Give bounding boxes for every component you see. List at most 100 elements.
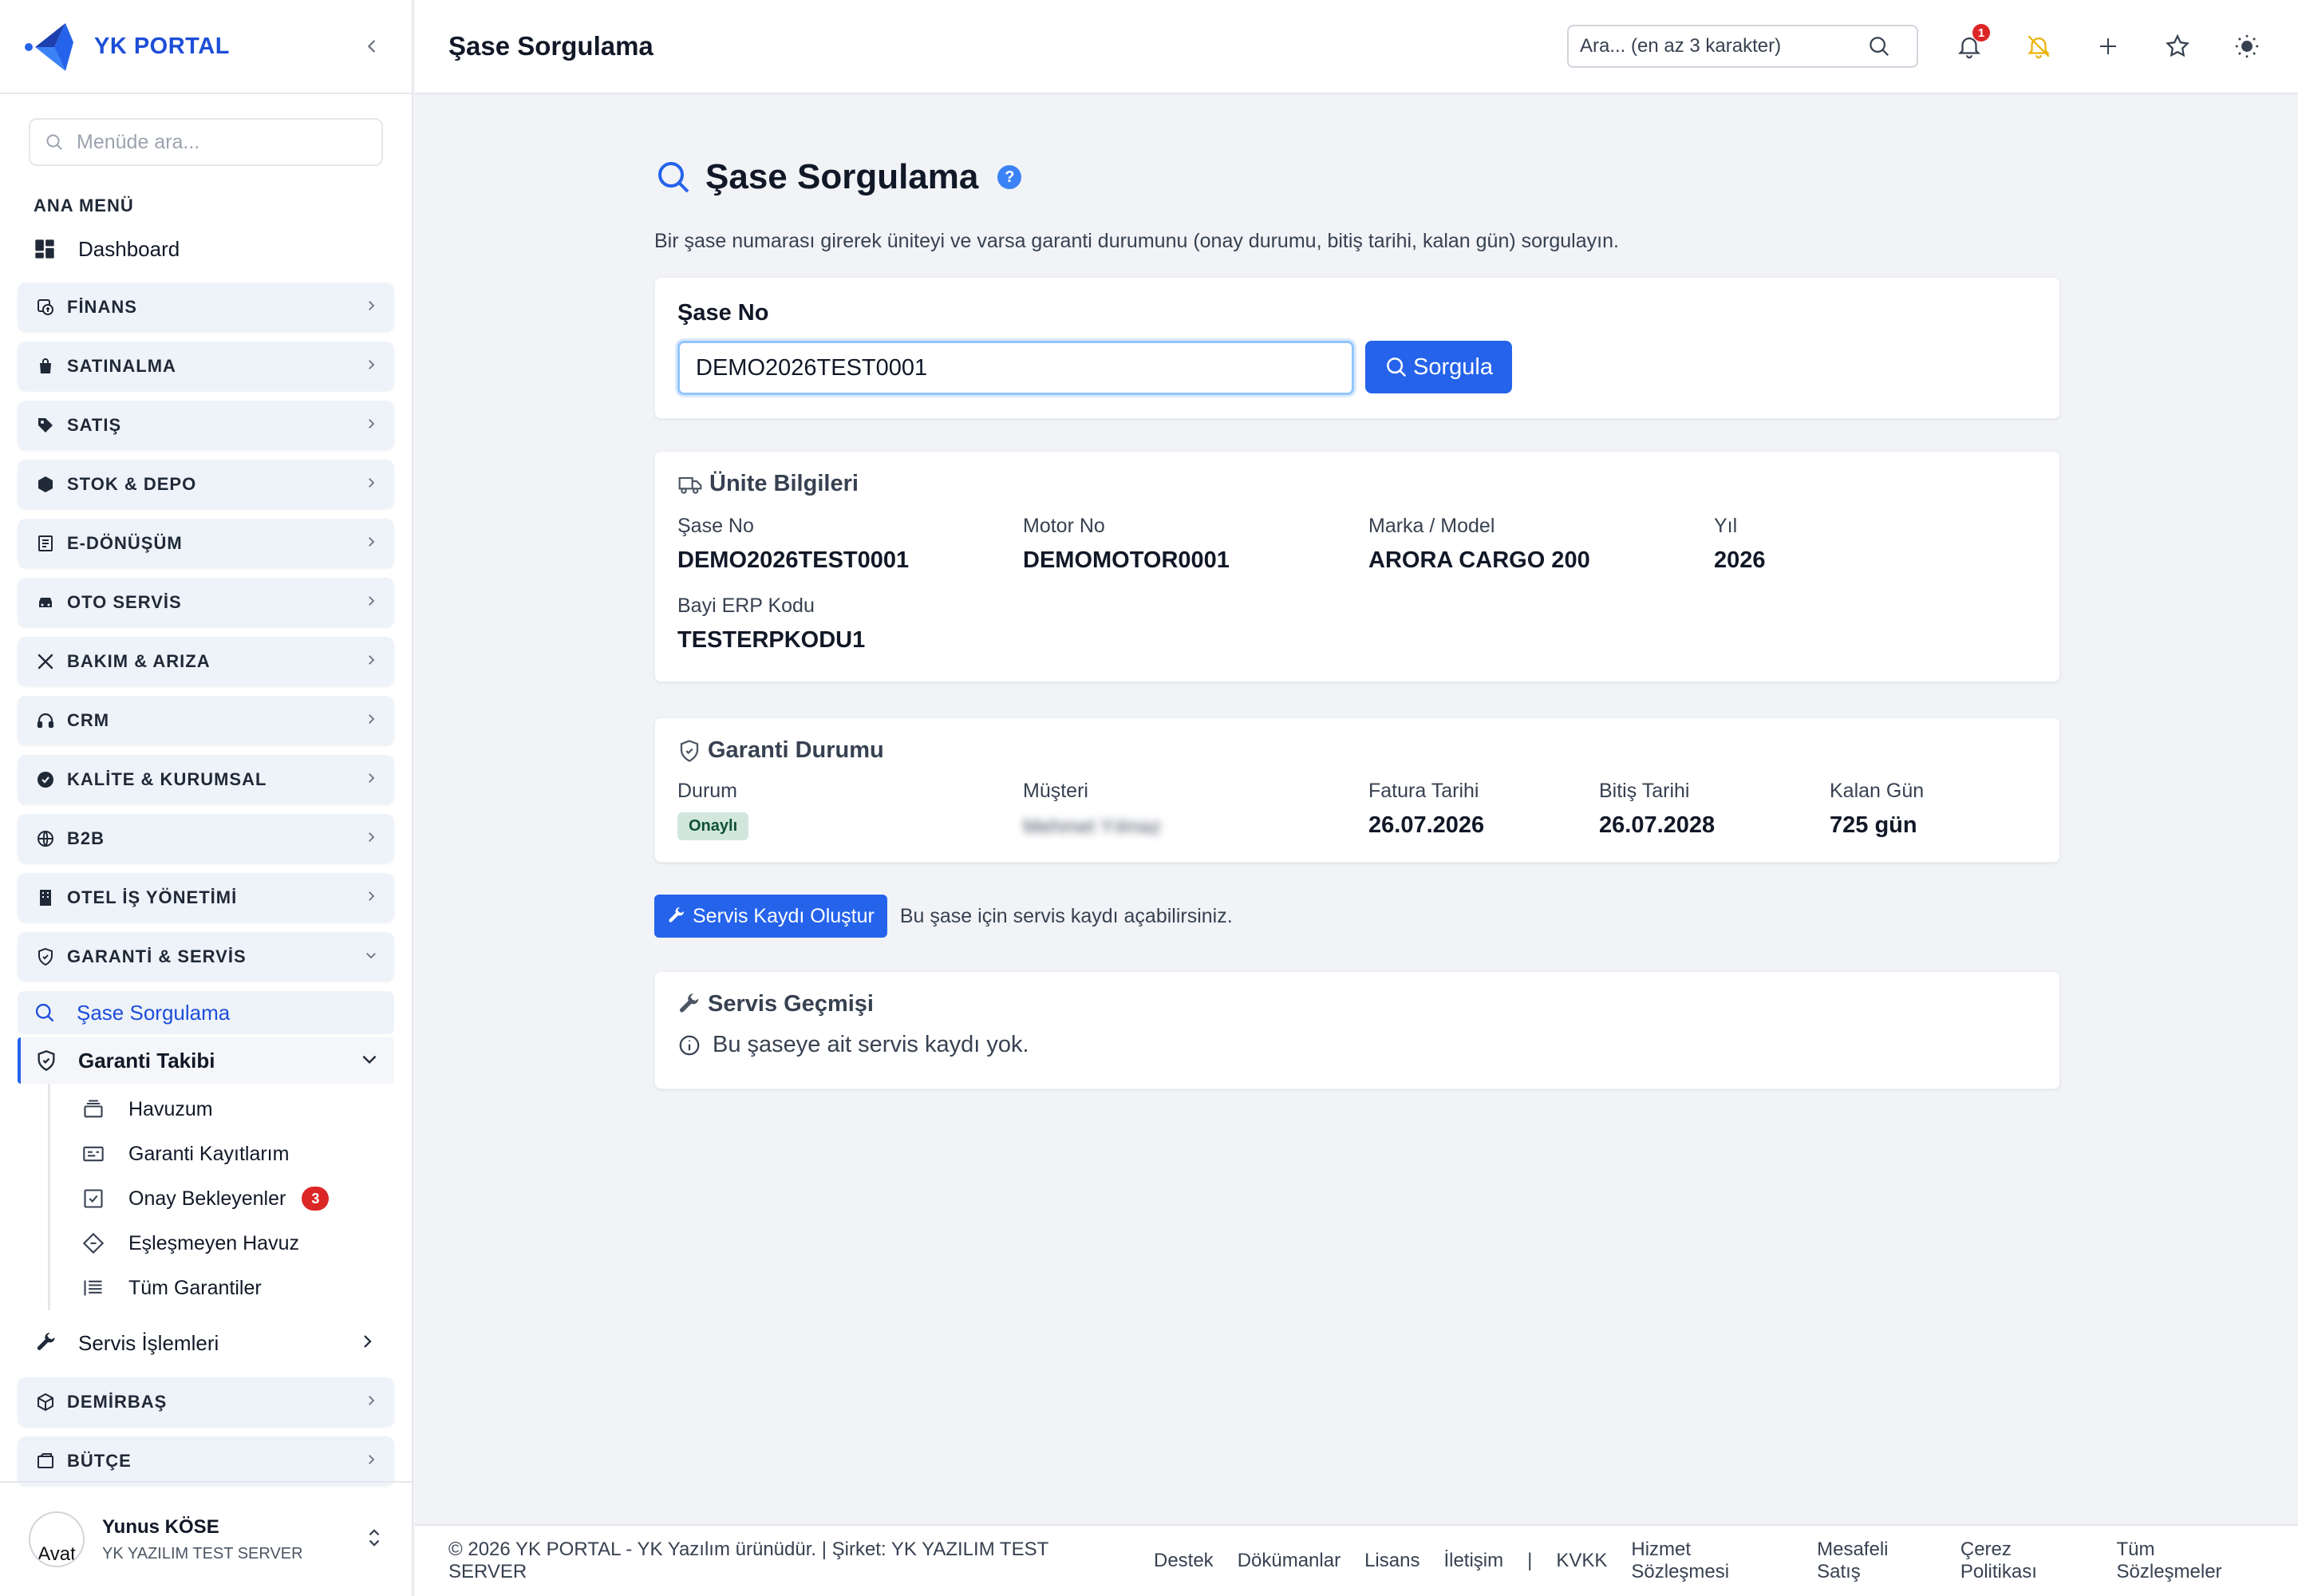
id-card-icon (83, 1146, 104, 1162)
footer-links: Destek Dökümanlar Lisans İletişim | KVKK… (1130, 1539, 2264, 1583)
favorites-button[interactable] (2160, 29, 2195, 64)
car-icon (34, 591, 57, 614)
chevron-right-icon (364, 535, 378, 553)
sidebar-item-tum-garantiler[interactable]: Tüm Garantiler (50, 1266, 412, 1310)
footer-link-cerez-politikasi[interactable]: Çerez Politikası (1960, 1539, 2093, 1583)
tools-icon (34, 650, 57, 674)
field-label: Müşteri (1023, 780, 1088, 802)
footer-link-dokumanlar[interactable]: Dökümanlar (1238, 1550, 1340, 1572)
chevron-up-down-icon[interactable] (365, 1527, 383, 1553)
field-value: DEMO2026TEST0001 (677, 547, 910, 573)
sidebar-item-butce[interactable]: BÜTÇE (18, 1436, 394, 1486)
garanti-takibi-submenu: Havuzum Garanti Kayıtlarım Onay Bekleyen… (48, 1084, 412, 1310)
footer-link-iletisim[interactable]: İletişim (1443, 1550, 1503, 1572)
sidebar-item-finans[interactable]: FİNANS (18, 282, 394, 332)
global-search-input[interactable] (1580, 35, 1867, 57)
warranty-field: Fatura Tarihi 26.07.2026 (1368, 780, 1599, 840)
sidebar-item-label: Tüm Garantiler (128, 1276, 262, 1299)
help-icon[interactable]: ? (997, 165, 1022, 189)
search-icon (35, 1003, 54, 1022)
brand-logo-icon[interactable] (24, 18, 80, 74)
sidebar-item-garanti-kayitlarim[interactable]: Garanti Kayıtlarım (50, 1132, 412, 1176)
sidebar-item-dashboard[interactable]: Dashboard (0, 225, 412, 273)
footer-link-destek[interactable]: Destek (1154, 1550, 1214, 1572)
mute-notifications-button[interactable] (2021, 29, 2056, 64)
status-badge: Onaylı (677, 812, 749, 840)
footer-separator: | (1527, 1550, 1533, 1571)
collapse-sidebar-button[interactable] (356, 30, 388, 62)
search-icon (1387, 358, 1407, 377)
footer-link-hizmet-sozlesmesi[interactable]: Hizmet Sözleşmesi (1631, 1539, 1793, 1583)
avatar[interactable]: Avat (29, 1511, 85, 1567)
unit-field: Motor No DEMOMOTOR0001 (1023, 515, 1368, 574)
sidebar-item-label: CRM (67, 710, 110, 730)
check-square-icon (84, 1189, 103, 1208)
sidebar-item-demirbas[interactable]: DEMİRBAŞ (18, 1377, 394, 1427)
brand-name[interactable]: YK PORTAL (94, 34, 230, 60)
sidebar-item-e-donusum[interactable]: E-DÖNÜŞÜM (18, 519, 394, 568)
badge-check-icon (34, 768, 57, 792)
sidebar-item-garanti-servis[interactable]: GARANTİ & SERVİS (18, 932, 394, 982)
sidebar-item-satinalma[interactable]: SATINALMA (18, 342, 394, 391)
menu-search-box[interactable] (29, 118, 383, 166)
warranty-field: Kalan Gün 725 gün (1830, 780, 2037, 840)
search-icon[interactable] (1867, 34, 1891, 58)
field-label: Marka / Model (1368, 515, 1495, 537)
dashboard-icon (35, 239, 54, 259)
user-profile[interactable]: Avat Yunus KÖSE YK YAZILIM TEST SERVER (0, 1481, 412, 1596)
notifications-button[interactable]: 1 (1952, 24, 1990, 64)
sidebar-item-label: Garanti Takibi (78, 1048, 215, 1073)
sidebar-item-havuzum[interactable]: Havuzum (50, 1087, 412, 1132)
topbar: Şase Sorgulama 1 (415, 0, 2298, 94)
sidebar-item-onay-bekleyenler[interactable]: Onay Bekleyenler 3 (50, 1176, 412, 1221)
unit-info-card: Ünite Bilgileri Şase No DEMO2026TEST0001… (654, 451, 2060, 682)
sidebar-item-sase-sorgulama[interactable]: Şase Sorgulama (18, 991, 394, 1034)
global-search-box[interactable] (1567, 25, 1918, 68)
sidebar-item-b2b[interactable]: B2B (18, 814, 394, 863)
headset-icon (34, 709, 57, 733)
page-title: Şase Sorgulama (448, 31, 653, 61)
sidebar-item-label: E-DÖNÜŞÜM (67, 533, 183, 553)
footer-link-lisans[interactable]: Lisans (1364, 1550, 1419, 1572)
sidebar-item-label: Şase Sorgulama (77, 1000, 231, 1025)
page-header: Şase Sorgulama ? (654, 153, 2060, 201)
sidebar-item-crm[interactable]: CRM (18, 696, 394, 745)
wallet-icon (34, 1449, 57, 1473)
sidebar-item-label: KALİTE & KURUMSAL (67, 769, 267, 789)
wrench-icon (669, 907, 685, 922)
info-icon (679, 1035, 700, 1055)
sidebar-item-otel-is-yonetimi[interactable]: OTEL İŞ YÖNETİMİ (18, 873, 394, 922)
sidebar-item-kalite-kurumsal[interactable]: KALİTE & KURUMSAL (18, 755, 394, 804)
sidebar-item-garanti-takibi[interactable]: Garanti Takibi (18, 1037, 394, 1084)
chevron-down-icon (364, 948, 378, 966)
query-button[interactable]: Sorgula (1365, 341, 1512, 393)
theme-toggle-button[interactable] (2229, 29, 2264, 64)
create-service-record-button[interactable]: Servis Kaydı Oluştur (654, 895, 887, 938)
chassis-search-card: Şase No Sorgula (654, 277, 2060, 419)
field-label: Durum (677, 780, 738, 802)
wrench-icon (37, 1333, 55, 1350)
sidebar-item-bakim-ariza[interactable]: BAKIM & ARIZA (18, 637, 394, 686)
footer-link-tum-sozlesmeler[interactable]: Tüm Sözleşmeler (2117, 1539, 2265, 1583)
sidebar-item-oto-servis[interactable]: OTO SERVİS (18, 578, 394, 627)
sidebar-item-label: Onay Bekleyenler (128, 1187, 286, 1210)
unit-info-title: Ünite Bilgileri (677, 471, 2037, 497)
sidebar: YK PORTAL ANA MENÜ Dashboard FİNANS SATI… (0, 0, 413, 1596)
sidebar-item-stok-depo[interactable]: STOK & DEPO (18, 460, 394, 509)
sidebar-item-servis-islemleri[interactable]: Servis İşlemleri (18, 1318, 394, 1368)
star-icon (2166, 34, 2189, 57)
avatar-alt-text: Avat (38, 1543, 76, 1565)
sidebar-item-label: FİNANS (67, 297, 137, 317)
add-button[interactable] (2091, 29, 2126, 64)
sidebar-item-label: Servis İşlemleri (78, 1330, 219, 1355)
sidebar-item-label: BÜTÇE (67, 1451, 132, 1471)
field-label: Fatura Tarihi (1368, 780, 1479, 802)
sidebar-item-eslesmeyen-havuz[interactable]: Eşleşmeyen Havuz (50, 1221, 412, 1266)
footer-link-kvkk[interactable]: KVKK (1556, 1550, 1607, 1572)
menu-search-input[interactable] (77, 130, 348, 154)
chevron-right-icon (364, 653, 378, 671)
chassis-no-input[interactable] (677, 341, 1354, 395)
shield-check-icon (38, 1050, 55, 1071)
sidebar-item-satis[interactable]: SATIŞ (18, 401, 394, 450)
footer-link-mesafeli-satis[interactable]: Mesafeli Satış (1817, 1539, 1937, 1583)
